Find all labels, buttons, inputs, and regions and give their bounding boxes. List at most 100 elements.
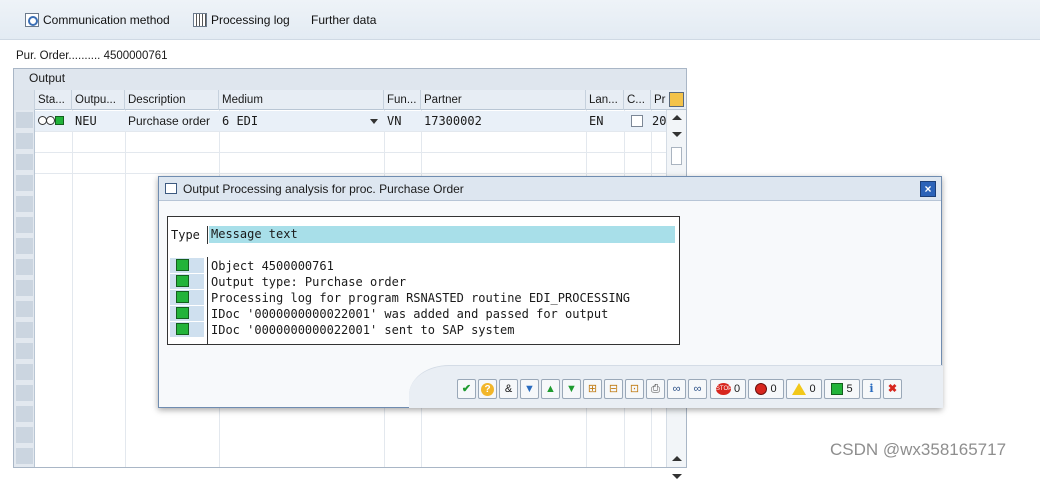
scroll-up-bottom-icon[interactable] — [672, 456, 682, 461]
filter-button[interactable]: ▼ — [520, 379, 539, 399]
grid-line — [35, 173, 666, 174]
checkmark-icon: ✔ — [461, 383, 472, 396]
message-type-cell — [170, 306, 204, 321]
message-type-cell — [170, 274, 204, 289]
grid-line — [35, 152, 666, 153]
column-changed[interactable]: C... — [624, 90, 651, 110]
row-selector[interactable] — [16, 154, 33, 170]
success-count: 5 — [846, 383, 853, 396]
grid-header: Sta... Outpu... Description Medium Fun..… — [14, 90, 686, 110]
row-selector[interactable] — [16, 175, 33, 191]
partner-cell[interactable]: 17300002 — [421, 111, 586, 131]
layout-button[interactable]: ⊡ — [625, 379, 644, 399]
cancel-icon: ✖ — [887, 383, 898, 396]
column-status[interactable]: Sta... — [35, 90, 72, 110]
success-icon — [176, 275, 189, 287]
scroll-thumb[interactable] — [671, 147, 682, 165]
column-medium[interactable]: Medium — [219, 90, 384, 110]
column-output-type[interactable]: Outpu... — [72, 90, 125, 110]
info-icon: i — [869, 382, 874, 395]
collapse-button[interactable]: ⊟ — [604, 379, 623, 399]
print-button[interactable]: ⎙ — [646, 379, 665, 399]
error-count: 0 — [770, 383, 777, 396]
column-priority[interactable]: Pr — [651, 90, 670, 110]
column-partner[interactable]: Partner — [421, 90, 586, 110]
column-message-text[interactable]: Message text — [209, 226, 675, 243]
expand-button[interactable]: ⊞ — [583, 379, 602, 399]
row-selector[interactable] — [16, 280, 33, 296]
changed-checkbox[interactable] — [631, 115, 643, 127]
row-selector[interactable] — [16, 385, 33, 401]
column-description[interactable]: Description — [125, 90, 219, 110]
column-type[interactable]: Type — [168, 226, 208, 244]
medium-dropdown-icon[interactable] — [370, 119, 378, 124]
sort-descending-button[interactable]: ▼ — [562, 379, 581, 399]
confirm-button[interactable]: ✔ — [457, 379, 476, 399]
sort-ascending-button[interactable]: ▲ — [541, 379, 560, 399]
help-icon: ? — [481, 382, 494, 396]
message-type-cell — [170, 322, 204, 337]
technical-info-icon: & — [504, 383, 513, 396]
info-button[interactable]: i — [862, 379, 881, 399]
error-messages-button[interactable]: 0 — [748, 379, 784, 399]
find-next-button[interactable]: ∞ — [688, 379, 707, 399]
warning-count: 0 — [809, 383, 816, 396]
column-language[interactable]: Lan... — [586, 90, 624, 110]
grid-line — [35, 131, 666, 132]
communication-method-label: Communication method — [43, 13, 170, 27]
watermark: CSDN @wx358165717 — [830, 440, 1007, 459]
output-type-cell[interactable]: NEU — [72, 111, 125, 131]
dialog-title: Output Processing analysis for proc. Pur… — [183, 182, 464, 196]
row-selector[interactable] — [16, 301, 33, 317]
message-row[interactable]: IDoc '0000000000022001' was added and pa… — [209, 306, 608, 322]
row-selector[interactable] — [16, 364, 33, 380]
row-selector[interactable] — [16, 133, 33, 149]
select-all-header[interactable] — [14, 90, 35, 110]
scroll-down-bottom-icon[interactable] — [672, 474, 682, 479]
message-row[interactable]: Output type: Purchase order — [209, 274, 406, 290]
message-row[interactable]: Object 4500000761 — [209, 258, 334, 274]
help-button[interactable]: ? — [478, 379, 497, 399]
row-selector[interactable] — [16, 196, 33, 212]
function-cell[interactable]: VN — [384, 111, 421, 131]
error-icon — [755, 383, 768, 396]
grid-layout-icon[interactable] — [669, 92, 684, 107]
row-selector[interactable] — [16, 448, 33, 464]
medium-cell[interactable]: 6 EDI — [219, 111, 369, 131]
stop-count: 0 — [733, 383, 741, 396]
technical-info-button[interactable]: & — [499, 379, 518, 399]
dialog-close-button[interactable]: × — [920, 181, 936, 197]
stop-icon: STOP — [715, 383, 732, 396]
column-function[interactable]: Fun... — [384, 90, 421, 110]
communication-method-button[interactable]: Communication method — [25, 11, 170, 29]
success-messages-button[interactable]: 5 — [824, 379, 860, 399]
cancel-button[interactable]: ✖ — [883, 379, 902, 399]
scroll-up-icon[interactable] — [672, 115, 682, 120]
sort-descending-icon: ▼ — [566, 383, 577, 396]
message-row[interactable]: IDoc '0000000000022001' sent to SAP syst… — [209, 322, 514, 338]
warning-messages-button[interactable]: 0 — [786, 379, 822, 399]
row-selector[interactable] — [16, 238, 33, 254]
row-selector[interactable] — [16, 259, 33, 275]
find-button[interactable]: ∞ — [667, 379, 686, 399]
filter-icon: ▼ — [524, 383, 535, 396]
row-selector[interactable] — [16, 217, 33, 233]
sort-ascending-icon: ▲ — [545, 383, 556, 396]
row-selector[interactable] — [16, 322, 33, 338]
row-selector[interactable] — [16, 427, 33, 443]
row-selector[interactable] — [16, 343, 33, 359]
row-selector[interactable] — [16, 112, 33, 128]
further-data-button[interactable]: Further data — [311, 11, 376, 29]
collapse-icon: ⊟ — [608, 383, 619, 396]
message-row[interactable]: Processing log for program RSNASTED rout… — [209, 290, 630, 306]
scroll-down-icon[interactable] — [672, 132, 682, 137]
row-selector[interactable] — [16, 406, 33, 422]
language-cell[interactable]: EN — [586, 111, 624, 131]
description-cell[interactable]: Purchase order — [125, 111, 219, 131]
application-toolbar: Communication method Processing log Furt… — [0, 0, 1040, 40]
status-yellow-off-icon — [46, 116, 55, 125]
output-panel-title: Output — [14, 69, 686, 87]
processing-log-button[interactable]: Processing log — [193, 11, 290, 29]
purchase-order-label: Pur. Order.......... — [16, 50, 101, 62]
stop-messages-button[interactable]: STOP 0 — [710, 379, 746, 399]
